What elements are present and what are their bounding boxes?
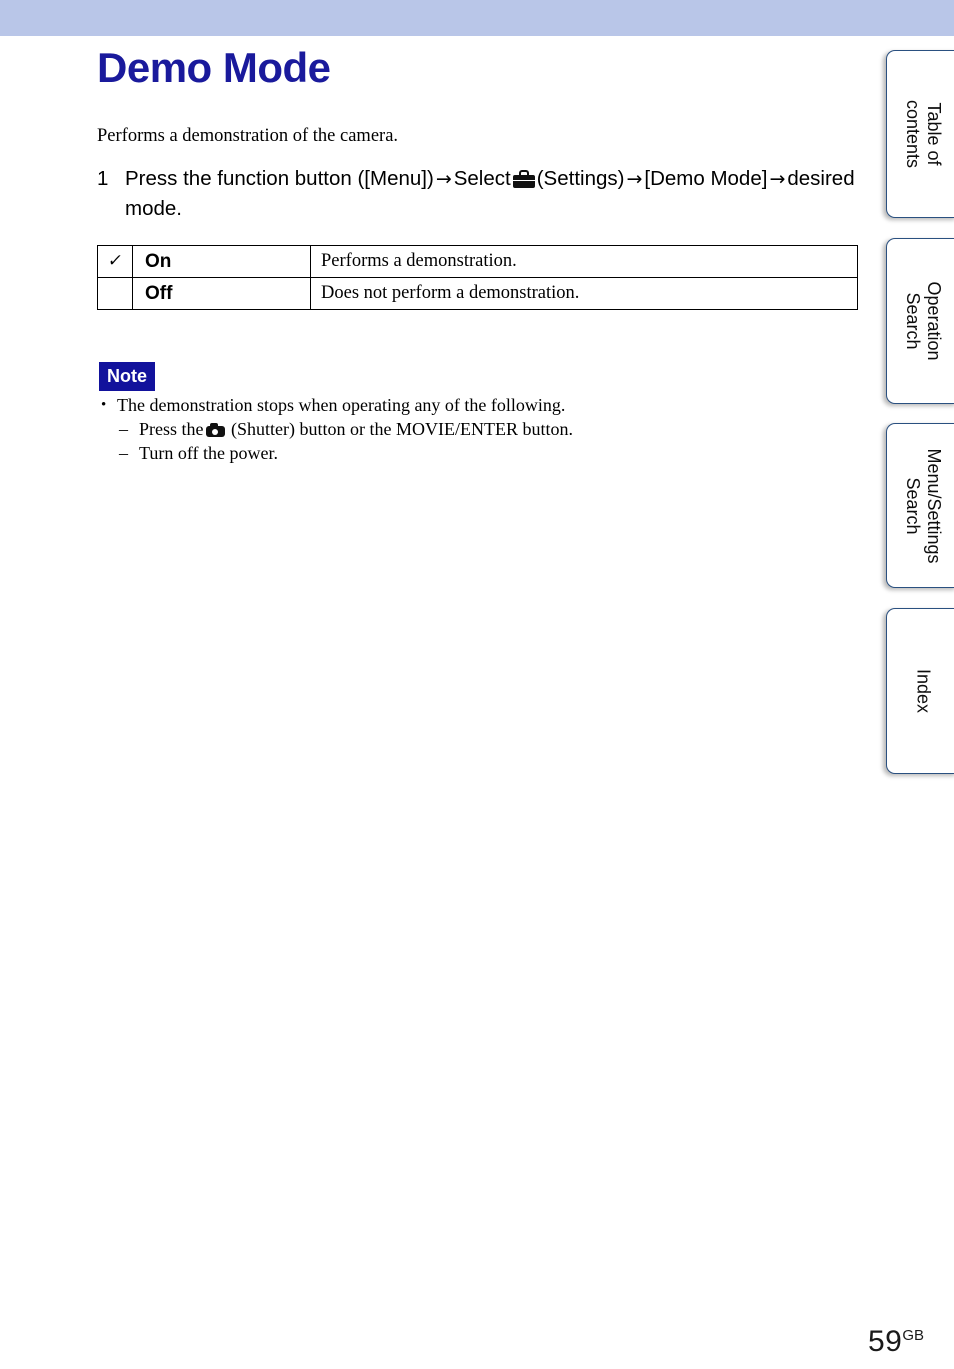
arrow-icon-2: → <box>626 168 643 190</box>
option-name: Off <box>145 282 173 304</box>
note-bullet-item: The demonstration stops when operating a… <box>97 394 797 417</box>
page-title: Demo Mode <box>97 44 331 91</box>
option-name: On <box>145 250 172 272</box>
sidebar-item-label: Index <box>912 669 933 713</box>
arrow-icon-3: → <box>769 168 786 190</box>
page-content: Demo Mode Performs a demonstration of th… <box>0 36 924 1369</box>
sidebar-label-line1: Index <box>913 668 933 714</box>
settings-toolbox-icon <box>512 170 535 188</box>
sidebar-item-label: Table of contents <box>902 100 944 168</box>
option-name-cell: Off <box>132 277 311 310</box>
header-band <box>0 0 954 36</box>
step-part-2: Select <box>453 167 511 190</box>
option-description-cell: Does not perform a demonstration. <box>310 277 858 310</box>
default-check-cell <box>97 277 133 310</box>
sidebar-label-line2: contents <box>902 99 923 169</box>
sidebar-label-line2: Search <box>902 292 923 350</box>
step-part-3: (Settings) <box>536 167 625 190</box>
note-sub-item-2: Turn off the power. <box>97 442 797 465</box>
step-number: 1 <box>97 167 109 190</box>
note-sub-1-post: (Shutter) button or the MOVIE/ENTER butt… <box>231 419 573 439</box>
default-check-cell: ✓ <box>97 245 133 278</box>
step-part-1: Press the function button ([Menu]) <box>125 167 434 190</box>
sidebar-item-label: Operation Search <box>902 281 944 360</box>
option-name-cell: On <box>132 245 311 278</box>
sidebar-label-line1: Menu/Settings <box>923 447 944 564</box>
sidebar-item-menu-settings-search[interactable]: Menu/Settings Search <box>886 423 954 588</box>
note-list: The demonstration stops when operating a… <box>97 394 797 465</box>
sidebar-label-line1: Table of <box>923 102 944 166</box>
note-sub-item-1: Press the (Shutter) button or the MOVIE/… <box>97 418 797 441</box>
note-sub-1-pre: Press the <box>139 419 204 439</box>
options-table: ✓ On Performs a demonstration. Off Does … <box>97 245 858 310</box>
checkmark-icon: ✓ <box>106 250 124 271</box>
sidebar-item-index[interactable]: Index <box>886 608 954 774</box>
instruction-step: 1 Press the function button ([Menu]) →Sel… <box>97 164 857 224</box>
sidebar-item-label: Menu/Settings Search <box>902 448 944 563</box>
option-description: Performs a demonstration. <box>321 251 517 271</box>
note-badge: Note <box>99 362 155 391</box>
sidebar-item-table-of-contents[interactable]: Table of contents <box>886 50 954 218</box>
arrow-icon-1: → <box>435 168 452 190</box>
table-row: ✓ On Performs a demonstration. <box>97 245 858 278</box>
side-tab-navigation: Table of contents Operation Search Menu/Se… <box>886 0 954 1369</box>
option-description-cell: Performs a demonstration. <box>310 245 858 278</box>
table-row: Off Does not perform a demonstration. <box>97 277 858 310</box>
step-text: Press the function button ([Menu]) →Selec… <box>125 164 857 224</box>
camera-shutter-icon <box>205 423 225 437</box>
option-description: Does not perform a demonstration. <box>321 283 580 303</box>
sidebar-label-line2: Search <box>902 476 923 535</box>
sidebar-item-operation-search[interactable]: Operation Search <box>886 238 954 404</box>
step-part-4: [Demo Mode] <box>644 167 768 190</box>
sidebar-label-line1: Operation <box>923 281 944 361</box>
intro-paragraph: Performs a demonstration of the camera. <box>97 126 399 146</box>
